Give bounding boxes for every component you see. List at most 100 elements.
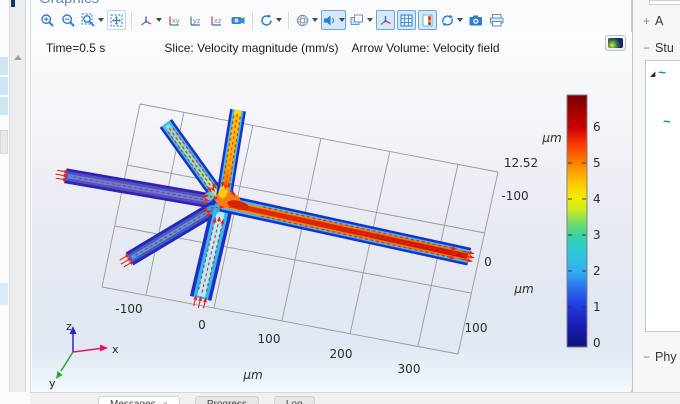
study-tree[interactable]: ◢ ~ ~ [645, 60, 680, 332]
list-item[interactable] [0, 57, 8, 75]
add-section-header[interactable]: + A [643, 14, 663, 28]
bottom-tab-bar: Messages × Progress Log [30, 392, 680, 404]
dropdown-caret-icon[interactable] [312, 18, 318, 22]
tree-expand-icon[interactable]: ◢ [650, 71, 655, 78]
list-item[interactable] [0, 283, 8, 305]
zoom-extents-icon [110, 14, 123, 26]
view-yz-button[interactable]: yz [186, 10, 205, 30]
svg-text:yz: yz [193, 16, 201, 25]
vertical-scrollbar[interactable] [9, 0, 26, 392]
z-axis-unit: µm [541, 131, 561, 145]
slice-title: Slice: Velocity magnitude (mm/s) [164, 41, 339, 55]
dropdown-caret-icon[interactable] [98, 18, 104, 22]
dropdown-caret-icon[interactable] [276, 18, 282, 22]
print-button[interactable] [487, 10, 506, 30]
toolbar-separator [131, 11, 132, 29]
zoom-out-button[interactable] [59, 10, 78, 30]
time-dependent-study-icon: ~ [658, 65, 666, 80]
svg-text:xz: xz [214, 16, 222, 25]
view-yz-icon: yz [189, 16, 201, 26]
triad-z-label: z [66, 320, 72, 333]
colorbar-tick: 6 [593, 120, 601, 134]
default-view-icon [141, 16, 152, 26]
refresh-button[interactable] [439, 10, 464, 30]
list-item[interactable] [0, 77, 8, 95]
tree-item[interactable]: ◢ ~ [650, 65, 666, 80]
colorbar-tick: 5 [593, 156, 601, 170]
snapshot-button[interactable] [466, 10, 485, 30]
colorbar [566, 94, 588, 348]
physics-section-header[interactable]: − Phy [643, 350, 677, 364]
scroll-up-icon[interactable] [14, 55, 22, 60]
dropdown-caret-icon[interactable] [457, 18, 463, 22]
transparency-icon [350, 14, 363, 25]
window-fragment [11, 0, 15, 7]
y-axis-unit: µm [513, 282, 533, 296]
x-axis-unit: µm [242, 368, 262, 382]
rotate-icon [261, 14, 272, 26]
collapse-icon[interactable]: − [643, 41, 650, 55]
scene-button[interactable] [294, 10, 319, 30]
tab-progress[interactable]: Progress [194, 396, 259, 404]
printer-icon [489, 13, 503, 26]
zoom-extents-button[interactable] [107, 10, 126, 30]
panel-header: Graphics [31, 0, 631, 8]
study-section-header[interactable]: − Stu [643, 41, 674, 55]
dropdown-caret-icon[interactable] [367, 18, 373, 22]
axis-labels: -100 0 100 200 300 µm -100 0 100 µm 12.5… [115, 131, 561, 382]
expand-icon[interactable]: + [643, 14, 650, 28]
dropdown-caret-icon[interactable] [339, 18, 345, 22]
comsol-graphics-window: Graphics xy [0, 0, 680, 404]
show-grid-button[interactable] [397, 10, 416, 30]
collapse-icon[interactable]: − [643, 350, 650, 364]
plot-title: Slice: Velocity magnitude (mm/s) Arrow Vo… [32, 41, 632, 55]
plot-thumbnail-button[interactable] [605, 35, 626, 51]
add-section-label: A [655, 14, 664, 28]
y-tick: -100 [501, 189, 528, 203]
x-tick: -100 [115, 302, 142, 316]
plot-canvas[interactable]: Time=0.5 s Slice: Velocity magnitude (mm… [32, 32, 632, 390]
rotate-button[interactable] [258, 10, 283, 30]
x-tick: 0 [198, 318, 206, 332]
list-item[interactable] [0, 97, 8, 115]
toolbar-separator [288, 11, 289, 29]
panel-field-fragment [649, 0, 680, 5]
microchannel-geometry [64, 108, 472, 301]
panel-title: Graphics [31, 0, 631, 7]
tab-log[interactable]: Log [273, 396, 315, 404]
right-panel: + A − Stu ◢ ~ ~ − Phy [632, 0, 680, 392]
zoom-in-button[interactable] [38, 10, 57, 30]
zoom-out-icon [62, 13, 75, 27]
y-tick: 100 [465, 321, 488, 335]
show-axes-button[interactable] [376, 10, 395, 30]
colorbar-tick: 0 [593, 336, 601, 350]
dropdown-caret-icon[interactable] [156, 18, 162, 22]
view-xz-button[interactable]: xz [207, 10, 226, 30]
color-legend: 6 5 4 3 2 1 0 [566, 94, 601, 350]
projection-button[interactable] [228, 10, 247, 30]
tab-label: Messages [110, 399, 156, 404]
tree-item[interactable]: ~ [663, 114, 671, 129]
view-xy-button[interactable]: xy [165, 10, 184, 30]
svg-text:xy: xy [172, 16, 180, 25]
left-panel-sliver [0, 0, 30, 404]
show-color-legend-button[interactable] [418, 10, 437, 30]
scene-3d[interactable]: -100 0 100 200 300 µm -100 0 100 µm 12.5… [32, 32, 632, 390]
refresh-icon [442, 14, 453, 26]
toolbar-separator [252, 11, 253, 29]
list-item[interactable] [0, 130, 8, 154]
zoom-in-icon [41, 13, 54, 27]
transparency-button[interactable] [348, 10, 374, 30]
triad-x-label: x [112, 343, 119, 356]
zoom-box-button[interactable] [80, 10, 105, 30]
default-view-button[interactable] [137, 10, 163, 30]
channel-east-outlet [217, 193, 472, 266]
color-legend-icon [422, 14, 433, 26]
triad-y-label: y [49, 377, 56, 390]
scene-light-button[interactable] [321, 10, 346, 30]
tab-messages[interactable]: Messages × [98, 396, 180, 404]
study-section-label: Stu [655, 41, 674, 55]
physics-section-label: Phy [655, 350, 677, 364]
view-xy-icon: xy [168, 16, 180, 26]
close-icon[interactable]: × [163, 399, 168, 404]
